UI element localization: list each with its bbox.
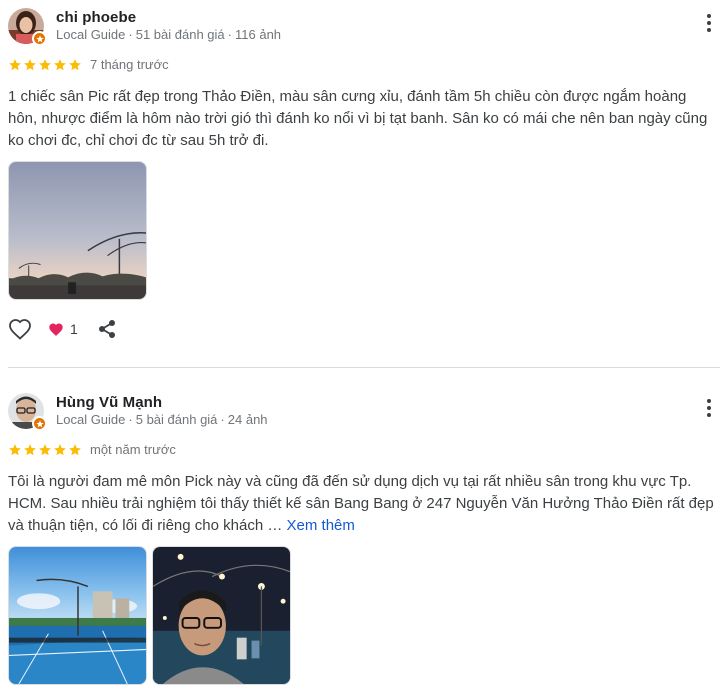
review-card: Hùng Vũ Mạnh Local Guide · 5 bài đánh giá ·… — [0, 385, 721, 692]
local-guide-label: Local Guide — [56, 27, 126, 42]
rating-row: một năm trước — [8, 442, 176, 457]
share-icon — [98, 320, 115, 338]
reaction-count: 1 — [70, 321, 78, 337]
like-button[interactable] — [8, 318, 32, 340]
star-icon — [69, 58, 81, 70]
star-icon — [24, 58, 36, 70]
star-icon — [39, 443, 51, 455]
star-icon — [39, 58, 51, 70]
star-rating — [8, 443, 82, 457]
review-text-body: Tôi là người đam mê môn Pick này và cũng… — [8, 473, 714, 534]
review-photo[interactable] — [8, 161, 147, 300]
see-more-link[interactable]: Xem thêm — [287, 517, 355, 534]
star-icon — [24, 443, 36, 455]
more-options-icon[interactable] — [703, 12, 715, 34]
reviewer-meta: Local Guide · 5 bài đánh giá · 24 ảnh — [56, 412, 268, 427]
more-options-icon[interactable] — [703, 397, 715, 419]
love-reaction[interactable]: 1 — [48, 321, 78, 337]
rating-row: 7 tháng trước — [8, 57, 169, 72]
share-button[interactable] — [98, 319, 116, 339]
avatar[interactable] — [8, 393, 47, 431]
star-icon — [69, 443, 81, 455]
review-actions: 1 — [8, 318, 116, 340]
photo-count: 116 ảnh — [235, 27, 282, 42]
review-date: 7 tháng trước — [90, 57, 169, 72]
photo-count: 24 ảnh — [227, 412, 268, 427]
review-card: chi phoebe Local Guide · 51 bài đánh giá · 1… — [0, 0, 721, 367]
local-guide-label: Local Guide — [56, 412, 126, 427]
review-photo[interactable] — [8, 546, 147, 685]
review-text: Tôi là người đam mê môn Pick này và cũng… — [8, 471, 716, 537]
star-icon — [9, 443, 21, 455]
review-count: 5 bài đánh giá — [135, 412, 218, 427]
heart-outline-icon — [9, 319, 31, 340]
avatar[interactable] — [8, 8, 47, 46]
review-photo[interactable] — [152, 546, 291, 685]
star-icon — [54, 58, 66, 70]
local-guide-badge-icon — [32, 31, 47, 46]
review-text: 1 chiếc sân Pic rất đẹp trong Thảo Điền,… — [8, 88, 708, 149]
review-divider — [8, 367, 720, 368]
reviewer-meta: Local Guide · 51 bài đánh giá · 116 ảnh — [56, 27, 282, 42]
review-count: 51 bài đánh giá — [135, 27, 225, 42]
star-icon — [9, 58, 21, 70]
reviewer-name[interactable]: chi phoebe — [56, 9, 136, 26]
reviewer-name[interactable]: Hùng Vũ Mạnh — [56, 394, 162, 411]
star-rating — [8, 58, 82, 72]
local-guide-badge-icon — [32, 416, 47, 431]
star-icon — [54, 443, 66, 455]
heart-filled-icon — [49, 323, 63, 336]
review-date: một năm trước — [90, 442, 176, 457]
